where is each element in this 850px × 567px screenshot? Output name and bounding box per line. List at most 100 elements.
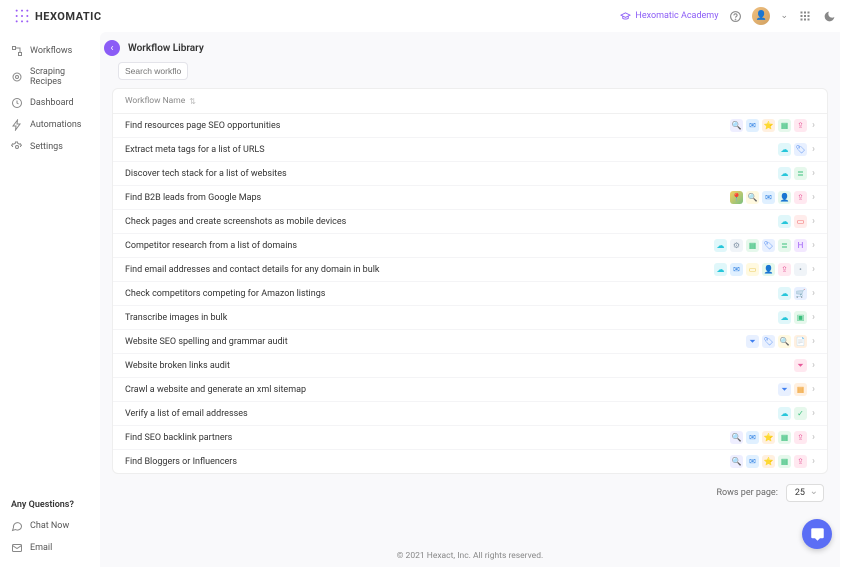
chevron-right-icon: › [812,144,815,155]
logo-text: HEXOMATIC [35,10,102,23]
workflow-badge-search-y-icon: 🔍 [778,335,791,348]
row-icons: ⏷› [794,359,815,372]
table-row[interactable]: Website broken links audit⏷› [113,354,827,378]
chevron-right-icon: › [812,168,815,179]
workflow-name: Check competitors competing for Amazon l… [125,289,778,299]
workflow-badge-grid-icon: ▦ [778,119,791,132]
footer: © 2021 Hexact, Inc. All rights reserved. [100,551,840,561]
chat-now-link[interactable]: Chat Now [0,515,100,537]
workflow-table: Workflow Name ⇅ Find resources page SEO … [112,88,828,474]
row-icons: ☁🏷› [778,143,815,156]
workflow-badge-cloud-icon: ☁ [714,263,727,276]
avatar[interactable]: 👤 [752,7,770,25]
workflow-badge-dot-icon: • [794,263,807,276]
row-icons: ⏷▦› [778,383,815,396]
academy-link[interactable]: Hexomatic Academy [620,11,718,22]
workflow-badge-check-icon: ✓ [794,407,807,420]
workflow-badge-cloud-icon: ☁ [778,167,791,180]
sidebar-item-settings[interactable]: Settings [0,136,100,158]
chat-icon [11,520,23,532]
table-row[interactable]: Verify a list of email addresses☁✓› [113,402,827,426]
table-header[interactable]: Workflow Name ⇅ [113,89,827,114]
workflow-badge-search-icon: 🔍 [730,431,743,444]
row-icons: ☁≣ › [778,167,815,180]
table-row[interactable]: Discover tech stack for a list of websit… [113,162,827,186]
workflow-badge-cloud-icon: ☁ [778,215,791,228]
workflow-badge-share-icon: ⇪ [794,119,807,132]
row-icons: ☁▭› [778,215,815,228]
automations-icon [11,119,23,131]
workflow-badge-user-icon: 👤 [778,191,791,204]
workflow-name: Extract meta tags for a list of URLS [125,145,778,155]
workflow-name: Find Bloggers or Influencers [125,457,730,467]
chevron-right-icon: › [812,240,815,251]
workflow-badge-share-icon: ⇪ [778,263,791,276]
workflow-badge-user-icon: 👤 [762,263,775,276]
workflow-badge-gear-icon: ⚙ [730,239,743,252]
sidebar-label: Dashboard [30,98,74,108]
page-header: ‹ Workflow Library [100,32,840,62]
academy-icon [620,11,631,22]
workflow-name: Discover tech stack for a list of websit… [125,169,778,179]
questions-heading: Any Questions? [0,495,100,515]
settings-icon [11,141,23,153]
row-icons: 🔍✉⭐▦⇪› [730,431,815,444]
workflow-badge-grid-icon: ▦ [746,239,759,252]
workflow-badge-grid-icon: ▦ [778,431,791,444]
workflow-name: Verify a list of email addresses [125,409,778,419]
table-row[interactable]: Find resources page SEO opportunities🔍✉⭐… [113,114,827,138]
back-button[interactable]: ‹ [104,40,120,56]
sidebar-item-automations[interactable]: Automations [0,114,100,136]
workflow-name: Competitor research from a list of domai… [125,241,714,251]
logo[interactable]: HEXOMATIC [14,8,102,24]
workflow-badge-grid-icon: ▦ [778,455,791,468]
workflow-badge-stack-icon: ≣ [794,167,807,180]
chat-fab[interactable] [802,519,832,549]
table-row[interactable]: Find SEO backlink partners🔍✉⭐▦⇪› [113,426,827,450]
sidebar-item-dashboard[interactable]: Dashboard [0,92,100,114]
table-row[interactable]: Find B2B leads from Google Maps📍🔍✉👤⇪› [113,186,827,210]
search-input[interactable] [118,62,188,80]
sidebar-item-recipes[interactable]: Scraping Recipes [0,62,100,92]
table-row[interactable]: Transcribe images in bulk☁▣› [113,306,827,330]
help-icon[interactable] [728,9,742,23]
apps-grid-icon[interactable] [798,9,812,23]
sidebar-label: Settings [30,142,63,152]
table-row[interactable]: Competitor research from a list of domai… [113,234,827,258]
hexomatic-logo-icon [14,8,30,24]
table-row[interactable]: Find Bloggers or Influencers🔍✉⭐▦⇪› [113,450,827,473]
table-row[interactable]: Crawl a website and generate an xml site… [113,378,827,402]
sidebar-label: Email [30,543,52,553]
main-content: ‹ Workflow Library Workflow Name ⇅ Find … [100,32,840,567]
table-row[interactable]: Find email addresses and contact details… [113,258,827,282]
chat-bubble-icon [810,527,825,542]
col-name: Workflow Name [125,96,185,106]
workflow-name: Crawl a website and generate an xml site… [125,385,778,395]
chevron-right-icon: › [812,312,815,323]
workflow-name: Check pages and create screenshots as mo… [125,217,778,227]
workflow-badge-mail-icon: ✉ [746,431,759,444]
pagination: Rows per page: 25 [100,474,840,512]
workflow-badge-search-y-icon: 🔍 [746,191,759,204]
table-row[interactable]: Check pages and create screenshots as mo… [113,210,827,234]
workflow-badge-filter-icon: ⏷ [778,383,791,396]
workflow-badge-stack-icon: ≣ [778,239,791,252]
row-icons: ⏷🏷🔍📄› [746,335,815,348]
avatar-chevron-icon[interactable]: ⌄ [780,11,788,21]
sort-icon: ⇅ [189,97,196,106]
rows-per-page-select[interactable]: 25 [786,484,824,502]
table-row[interactable]: Extract meta tags for a list of URLS☁🏷› [113,138,827,162]
email-link[interactable]: Email [0,537,100,559]
workflow-badge-map-icon: 📍 [730,191,743,204]
chevron-right-icon: › [812,456,815,467]
workflow-name: Find email addresses and contact details… [125,265,714,275]
sidebar-item-workflows[interactable]: Workflows [0,40,100,62]
workflow-badge-cart-icon: 🛒 [794,287,807,300]
table-row[interactable]: Check competitors competing for Amazon l… [113,282,827,306]
workflow-badge-mobile-icon: ▭ [794,215,807,228]
dark-mode-icon[interactable] [822,9,836,23]
dashboard-icon [11,97,23,109]
workflow-name: Find B2B leads from Google Maps [125,193,730,203]
table-row[interactable]: Website SEO spelling and grammar audit⏷🏷… [113,330,827,354]
row-icons: 📍🔍✉👤⇪› [730,191,815,204]
